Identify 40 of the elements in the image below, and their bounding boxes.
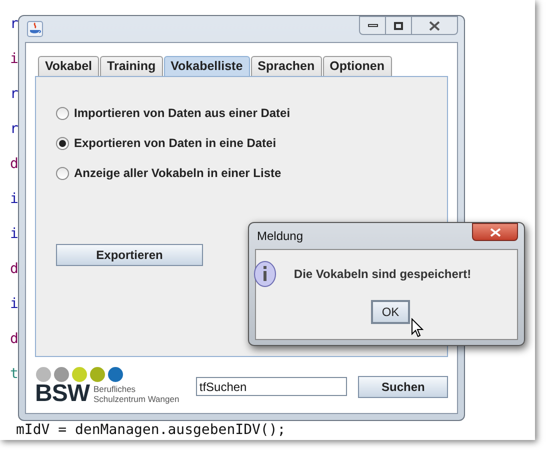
code-line: i	[10, 51, 18, 68]
code-line: r	[10, 16, 18, 33]
tab[interactable]: Sprachen	[250, 56, 322, 76]
code-line: i	[10, 191, 18, 208]
minimize-button[interactable]	[359, 16, 386, 35]
logo-wordmark: BSW	[35, 382, 90, 406]
code-line: d	[10, 261, 18, 278]
close-button[interactable]	[472, 223, 518, 241]
radio-button[interactable]	[56, 166, 69, 180]
dialog-title: Meldung	[256, 228, 304, 245]
code-line: i	[10, 296, 18, 313]
ok-button[interactable]: OK	[371, 300, 410, 324]
code-line: r	[10, 121, 18, 138]
code-line: t	[10, 366, 18, 383]
code-line: d	[10, 331, 18, 348]
maximize-button[interactable]	[386, 16, 412, 35]
mouse-cursor-icon	[411, 318, 424, 338]
export-button[interactable]: Exportieren	[56, 244, 203, 266]
close-icon	[429, 20, 440, 30]
close-icon	[490, 228, 500, 236]
search-field[interactable]: tfSuchen	[196, 377, 348, 396]
dialog-message: Die Vokabeln sind gespeichert!	[294, 266, 472, 283]
close-button[interactable]	[412, 16, 458, 35]
search-button[interactable]: Suchen	[358, 376, 448, 398]
radio-label: Exportieren von Daten in eine Datei	[74, 135, 276, 152]
tab[interactable]: Vokabel	[38, 56, 100, 76]
radio-button[interactable]	[56, 136, 69, 150]
logo-text: Schulzentrum Wangen	[94, 394, 180, 404]
info-icon	[254, 261, 276, 287]
code-line: i	[10, 226, 18, 243]
radio-label: Importieren von Daten aus einer Datei	[74, 105, 290, 122]
code-line: r	[10, 86, 18, 103]
radio-label: Anzeige aller Vokabeln in einer Liste	[74, 165, 282, 182]
tab[interactable]: Training	[100, 56, 163, 76]
tab[interactable]: Vokabelliste	[164, 56, 250, 76]
code-line: d	[10, 156, 18, 173]
tab[interactable]: Optionen	[322, 56, 392, 76]
java-cup-icon	[27, 21, 43, 37]
logo-text: Berufliches	[94, 384, 137, 394]
radio-button[interactable]	[56, 106, 69, 120]
